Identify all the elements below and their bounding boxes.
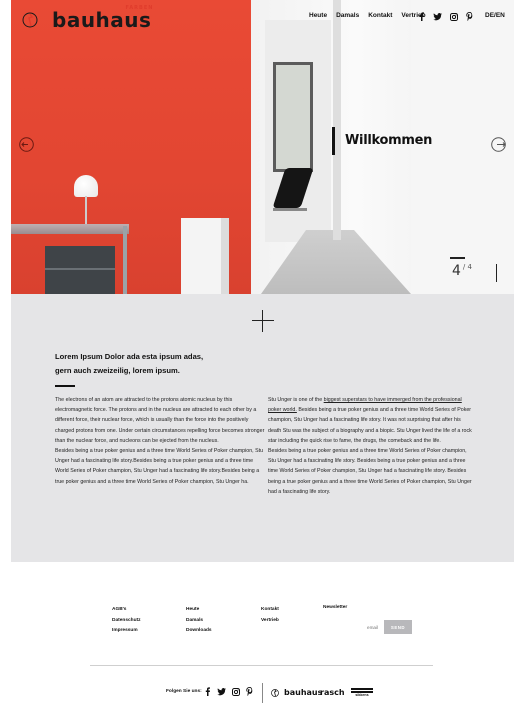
footer-link-agb[interactable]: AGB's [112,605,141,616]
hero-title: Willkommen [345,133,433,148]
headline-line-1: Lorem Ipsum Dolor ada esta ipsum adas, [55,352,204,361]
footer-link-damals[interactable]: Damals [186,616,212,627]
footer-brand-divider [262,683,263,703]
language-switch[interactable]: DE/EN [485,12,505,19]
slide-counter-bar [450,257,465,259]
door-panel [333,0,341,240]
footer-column-legal: AGB's Datenschutz Impressum [112,605,141,637]
chair-base [273,208,307,211]
nav-item-kontakt[interactable]: Kontakt [368,12,392,19]
header-social [418,12,473,21]
facebook-icon[interactable] [418,12,425,21]
headline-underline [55,385,75,387]
slide-counter: 4/ 4 [452,263,472,279]
desk-leg [123,226,127,294]
footer-link-kontakt[interactable]: Kontakt [261,605,279,616]
nav-item-damals[interactable]: Damals [336,12,359,19]
footer-link-downloads[interactable]: Downloads [186,626,212,637]
hall-window [273,62,313,172]
right-paragraph-2: Besides being a true poker genius and a … [268,448,472,495]
facebook-icon[interactable] [204,687,211,696]
stair-rail-edge [221,218,229,294]
footer-divider [90,665,433,666]
twitter-icon[interactable] [433,12,442,21]
left-paragraph-1: The electrons of an atom are attracted t… [55,397,265,444]
footer-link-heute[interactable]: Heute [186,605,212,616]
footer-column-pages: Heute Damals Downloads [186,605,212,637]
newsletter-send-button[interactable]: SEND [384,620,412,634]
slider-next-arrow-icon[interactable] [491,137,506,152]
slide-counter-current: 4 [452,263,461,279]
lamp-stem [85,196,87,224]
logo-text: bauhaus [52,8,152,32]
sikkens-logo-text: sikkens [355,693,369,697]
logo-subtitle: FARBEN [125,5,154,11]
right-text-post: Besides being a true poker genius and a … [268,407,472,444]
logo-mark-icon [22,12,38,28]
hero-image-left [11,0,251,294]
stair-rail [181,218,221,294]
hero-slider [11,0,514,294]
content-section: Lorem Ipsum Dolor ada esta ipsum adas, g… [11,294,514,562]
brand-bauhaus[interactable]: bauhaus [284,688,322,697]
nav-item-heute[interactable]: Heute [309,12,327,19]
plus-icon[interactable] [252,310,274,332]
footer-link-datenschutz[interactable]: Datenschutz [112,616,141,627]
instagram-icon[interactable] [450,12,458,21]
brand-rasch[interactable]: rasch [320,688,345,697]
section-headline: Lorem Ipsum Dolor ada esta ipsum adas, g… [55,350,235,378]
bauhaus-mark-icon [271,689,279,697]
headline-line-2: gern auch zweizeilig, lorem ipsum. [55,366,180,375]
text-column-right: Stu Unger is one of the biggest supersta… [268,395,473,497]
instagram-icon[interactable] [232,687,240,696]
left-paragraph-2: Besides being a true poker genius and a … [55,448,264,485]
pinterest-icon[interactable] [246,687,253,696]
newsletter-label: Newsletter [323,605,348,610]
footer-column-contact: Kontakt Vertrieb [261,605,279,626]
logo-wordmark: bauhaus FARBEN [52,5,154,32]
text-column-left: The electrons of an atom are attracted t… [55,395,265,487]
scroll-indicator[interactable] [496,264,497,282]
site-logo[interactable]: bauhaus FARBEN [22,5,154,32]
lamp-shade [74,175,98,197]
desk-top [11,224,129,234]
footer-link-impressum[interactable]: Impressum [112,626,141,637]
footer-social [204,687,253,696]
main-nav: Heute Damals Kontakt Vertrieb [309,12,435,19]
twitter-icon[interactable] [217,687,226,696]
drawer-line [45,268,115,270]
right-paragraph-1: Stu Unger is one of the biggest supersta… [268,395,473,446]
follow-label: Folgen Sie uns: [166,689,202,694]
right-text-pre: Stu Unger is one of the [268,397,324,403]
brand-sikkens[interactable]: sikkens [351,688,373,698]
footer-link-vertrieb[interactable]: Vertrieb [261,616,279,627]
welcome-accent-bar [332,127,335,155]
slider-prev-arrow-icon[interactable] [19,137,34,152]
slide-counter-total: / 4 [462,263,472,271]
pinterest-icon[interactable] [466,12,473,21]
desk-drawer [45,246,115,294]
newsletter-email-input[interactable] [323,620,381,634]
